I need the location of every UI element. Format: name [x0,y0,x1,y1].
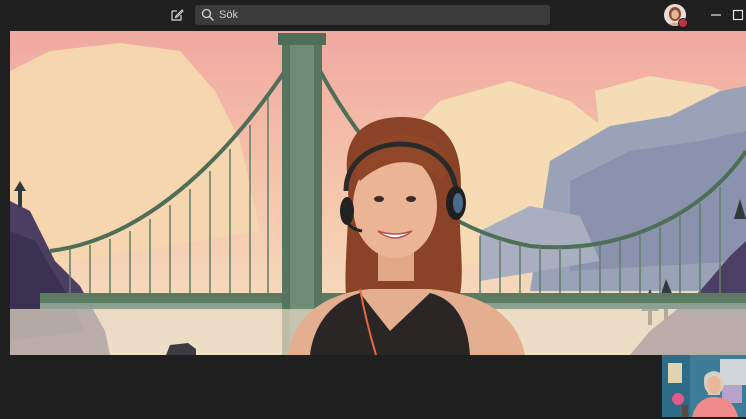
compose-button[interactable] [168,6,186,24]
maximize-button[interactable] [727,4,746,26]
search-box[interactable] [195,5,550,25]
maximize-icon [732,9,744,21]
call-bottom-area [0,355,746,419]
video-stage [10,31,746,355]
search-input[interactable] [219,9,539,21]
self-view-image [662,355,746,417]
compose-icon [171,9,184,21]
presence-busy-icon [678,18,688,28]
minimize-button[interactable] [705,4,727,26]
virtual-background-bridge [10,31,746,355]
self-view-video[interactable] [662,355,746,417]
minimize-icon [711,14,721,16]
search-icon [201,8,215,22]
title-bar [0,0,746,31]
